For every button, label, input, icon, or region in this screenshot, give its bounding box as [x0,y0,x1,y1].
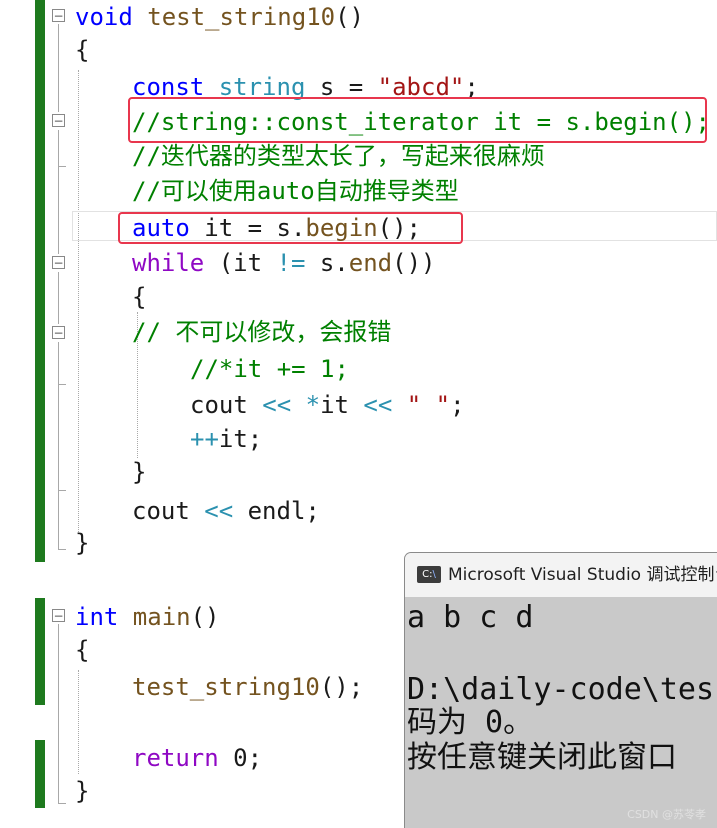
outline-line [58,624,59,804]
operator: * [291,391,321,419]
code-text: ()) [392,249,436,277]
change-bar [35,598,45,705]
keyword: void [75,3,133,31]
outline-line [58,342,59,550]
code-text: 0; [218,744,263,772]
code-text: cout [132,497,205,525]
outline-line [58,384,66,385]
punct: () [190,603,220,631]
operator: << [204,497,234,525]
code-line[interactable]: test_string10(); [132,672,363,702]
code-comment[interactable]: // 不可以修改，会报错 [132,317,391,347]
code-comment[interactable]: //迭代器的类型太长了，写起来很麻烦 [132,141,545,171]
change-bar [35,0,45,562]
code-line[interactable]: { [75,35,89,65]
code-text: cout [190,391,263,419]
string-literal: " " [406,391,451,419]
debug-console-window[interactable]: C:\ Microsoft Visual Studio 调试控制台 a b c … [404,552,717,828]
console-title-bar[interactable]: C:\ Microsoft Visual Studio 调试控制台 [405,553,717,597]
operator: << [363,391,393,419]
code-line[interactable]: } [75,528,89,558]
fold-toggle[interactable]: − [52,9,65,22]
operator: << [262,391,292,419]
console-title: Microsoft Visual Studio 调试控制台 [448,565,717,585]
fold-toggle[interactable]: − [52,326,65,339]
outline-line [58,24,59,112]
keyword: int [75,603,119,631]
code-comment[interactable]: //可以使用auto自动推导类型 [132,176,459,206]
console-app-icon: C:\ [417,566,441,583]
fold-toggle[interactable]: − [52,609,65,622]
operator: ++ [190,425,219,453]
function-name: end [348,249,393,277]
code-text: endl; [233,497,320,525]
outline-line [58,166,66,167]
keyword: return [132,744,219,772]
function-name: main [118,603,191,631]
code-line[interactable]: ++it; [190,424,262,454]
outline-line [58,803,66,804]
code-text: (); [319,673,364,701]
code-line[interactable]: return 0; [132,743,262,773]
annotation-box [118,212,463,244]
code-text: it; [218,425,263,453]
indent-guide [78,670,79,774]
console-output-line: D:\daily-code\tes [407,672,715,707]
code-line[interactable]: } [132,457,146,487]
code-text: ; [450,391,465,419]
code-line[interactable]: { [132,282,146,312]
watermark: CSDN @苏苓孝 [627,808,706,821]
punct: () [335,3,364,31]
outline-line [58,549,66,550]
code-line[interactable]: while (it != s.end()) [132,248,435,278]
outline-line [58,130,59,254]
code-line[interactable]: { [75,635,89,665]
code-text: (it [204,249,277,277]
function-name: test_string10 [132,673,320,701]
change-bar [35,740,45,808]
indent-guide [78,70,79,532]
code-line[interactable]: int main() [75,602,220,632]
fold-toggle[interactable]: − [52,256,65,269]
code-line[interactable]: } [75,776,89,806]
console-output-line: a b c d [407,600,534,635]
outline-line [58,272,59,324]
fold-toggle[interactable]: − [52,114,65,127]
console-output-line: 按任意键关闭此窗口 [407,740,677,775]
code-text: s. [305,249,349,277]
function-name: test_string10 [147,3,336,31]
console-output-line: 码为 0。 [407,705,534,740]
keyword: while [132,249,205,277]
code-comment[interactable]: //*it += 1; [190,354,349,384]
outline-line [58,490,66,491]
code-line[interactable]: void test_string10() [75,2,364,32]
annotation-box [128,97,707,143]
code-text: it [320,391,364,419]
code-line[interactable]: cout << endl; [132,496,320,526]
operator: != [276,249,306,277]
code-line[interactable]: cout << *it << " "; [190,390,465,420]
